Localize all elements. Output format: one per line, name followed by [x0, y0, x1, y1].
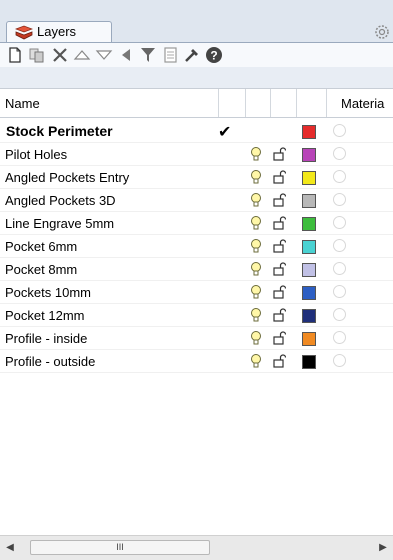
unlock-icon[interactable]: [273, 170, 286, 184]
material-icon[interactable]: [333, 285, 346, 298]
visibility-bulb-icon[interactable]: [250, 169, 262, 185]
layer-name[interactable]: Angled Pockets 3D: [5, 193, 116, 208]
layer-name[interactable]: Pocket 6mm: [5, 239, 77, 254]
layer-color-swatch[interactable]: [302, 240, 316, 254]
unlock-icon[interactable]: [273, 331, 286, 345]
layer-color-swatch[interactable]: [302, 148, 316, 162]
layer-row[interactable]: Pocket 6mm: [0, 235, 393, 258]
layer-color-swatch[interactable]: [302, 309, 316, 323]
material-icon[interactable]: [333, 147, 346, 160]
material-icon[interactable]: [333, 124, 346, 137]
unlock-icon[interactable]: [273, 216, 286, 230]
tab-label: Layers: [37, 24, 77, 39]
move-down-icon[interactable]: [94, 45, 114, 65]
layer-color-swatch[interactable]: [302, 263, 316, 277]
new-layer-icon[interactable]: [5, 45, 25, 65]
material-icon[interactable]: [333, 239, 346, 252]
layer-row[interactable]: Angled Pockets Entry: [0, 166, 393, 189]
unlock-icon[interactable]: [273, 193, 286, 207]
layer-name[interactable]: Line Engrave 5mm: [5, 216, 114, 231]
layer-row[interactable]: Pockets 10mm: [0, 281, 393, 304]
material-icon[interactable]: [333, 170, 346, 183]
current-layer-check-icon[interactable]: ✔: [218, 122, 231, 142]
tab-strip: Layers: [0, 0, 393, 43]
layer-name[interactable]: Pocket 12mm: [5, 308, 84, 323]
tools-icon[interactable]: [182, 45, 202, 65]
help-icon[interactable]: ?: [204, 45, 224, 65]
layers-icon: [15, 25, 33, 40]
material-icon[interactable]: [333, 308, 346, 321]
layer-name[interactable]: Profile - outside: [5, 354, 95, 369]
column-separator[interactable]: [270, 89, 271, 117]
column-separator[interactable]: [245, 89, 246, 117]
material-icon[interactable]: [333, 193, 346, 206]
properties-icon[interactable]: [160, 45, 180, 65]
layer-row[interactable]: Pocket 12mm: [0, 304, 393, 327]
layer-row[interactable]: Profile - inside: [0, 327, 393, 350]
gear-icon[interactable]: [373, 23, 391, 41]
layer-row[interactable]: Line Engrave 5mm: [0, 212, 393, 235]
toolbar: ?: [0, 42, 393, 67]
column-separator[interactable]: [326, 89, 327, 117]
unlock-icon[interactable]: [273, 285, 286, 299]
layer-name[interactable]: Angled Pockets Entry: [5, 170, 129, 185]
layer-name[interactable]: Profile - inside: [5, 331, 87, 346]
scroll-left-icon[interactable]: ◀: [0, 536, 20, 559]
scroll-thumb[interactable]: III: [30, 540, 210, 555]
material-icon[interactable]: [333, 331, 346, 344]
unlock-icon[interactable]: [273, 262, 286, 276]
layer-name[interactable]: Pilot Holes: [5, 147, 67, 162]
material-icon[interactable]: [333, 262, 346, 275]
unlock-icon[interactable]: [273, 354, 286, 368]
tab-layers[interactable]: Layers: [6, 21, 112, 43]
filter-icon[interactable]: [138, 45, 158, 65]
unlock-icon[interactable]: [273, 308, 286, 322]
visibility-bulb-icon[interactable]: [250, 307, 262, 323]
layer-color-swatch[interactable]: [302, 286, 316, 300]
visibility-bulb-icon[interactable]: [250, 192, 262, 208]
layer-name[interactable]: Stock Perimeter: [6, 123, 113, 139]
grid-header: Name Materia: [0, 89, 393, 118]
visibility-bulb-icon[interactable]: [250, 146, 262, 162]
layer-name[interactable]: Pockets 10mm: [5, 285, 91, 300]
layer-row[interactable]: Pilot Holes: [0, 143, 393, 166]
visibility-bulb-icon[interactable]: [250, 261, 262, 277]
visibility-bulb-icon[interactable]: [250, 215, 262, 231]
material-icon[interactable]: [333, 354, 346, 367]
unlock-icon[interactable]: [273, 239, 286, 253]
delete-icon[interactable]: [50, 45, 70, 65]
layer-grid: Name Materia Stock Perimeter ✔ Pilot Holes…: [0, 88, 393, 536]
new-sublayer-icon[interactable]: [27, 45, 47, 65]
column-separator[interactable]: [218, 89, 219, 117]
visibility-bulb-icon[interactable]: [250, 238, 262, 254]
visibility-bulb-icon[interactable]: [250, 330, 262, 346]
layer-row[interactable]: Profile - outside: [0, 350, 393, 373]
column-material-header[interactable]: Materia: [341, 96, 384, 111]
scroll-right-icon[interactable]: ▶: [373, 536, 393, 559]
column-separator[interactable]: [296, 89, 297, 117]
move-out-icon[interactable]: [116, 45, 136, 65]
layer-row[interactable]: Angled Pockets 3D: [0, 189, 393, 212]
layer-color-swatch[interactable]: [302, 171, 316, 185]
material-icon[interactable]: [333, 216, 346, 229]
horizontal-scrollbar[interactable]: ◀ III ▶: [0, 535, 393, 560]
layer-name[interactable]: Pocket 8mm: [5, 262, 77, 277]
layer-color-swatch[interactable]: [302, 355, 316, 369]
layer-row[interactable]: Stock Perimeter ✔: [0, 120, 393, 143]
column-name-header[interactable]: Name: [5, 96, 40, 111]
layers-panel: Layers ? Name Materia Stock Perimeter ✔ …: [0, 0, 393, 560]
layer-row[interactable]: Pocket 8mm: [0, 258, 393, 281]
move-up-icon[interactable]: [72, 45, 92, 65]
visibility-bulb-icon[interactable]: [250, 284, 262, 300]
layer-list: Stock Perimeter ✔ Pilot Holes Angled Pocket…: [0, 120, 393, 373]
layer-color-swatch[interactable]: [302, 125, 316, 139]
layer-color-swatch[interactable]: [302, 332, 316, 346]
svg-text:?: ?: [210, 49, 217, 63]
visibility-bulb-icon[interactable]: [250, 353, 262, 369]
layer-color-swatch[interactable]: [302, 217, 316, 231]
unlock-icon[interactable]: [273, 147, 286, 161]
layer-color-swatch[interactable]: [302, 194, 316, 208]
